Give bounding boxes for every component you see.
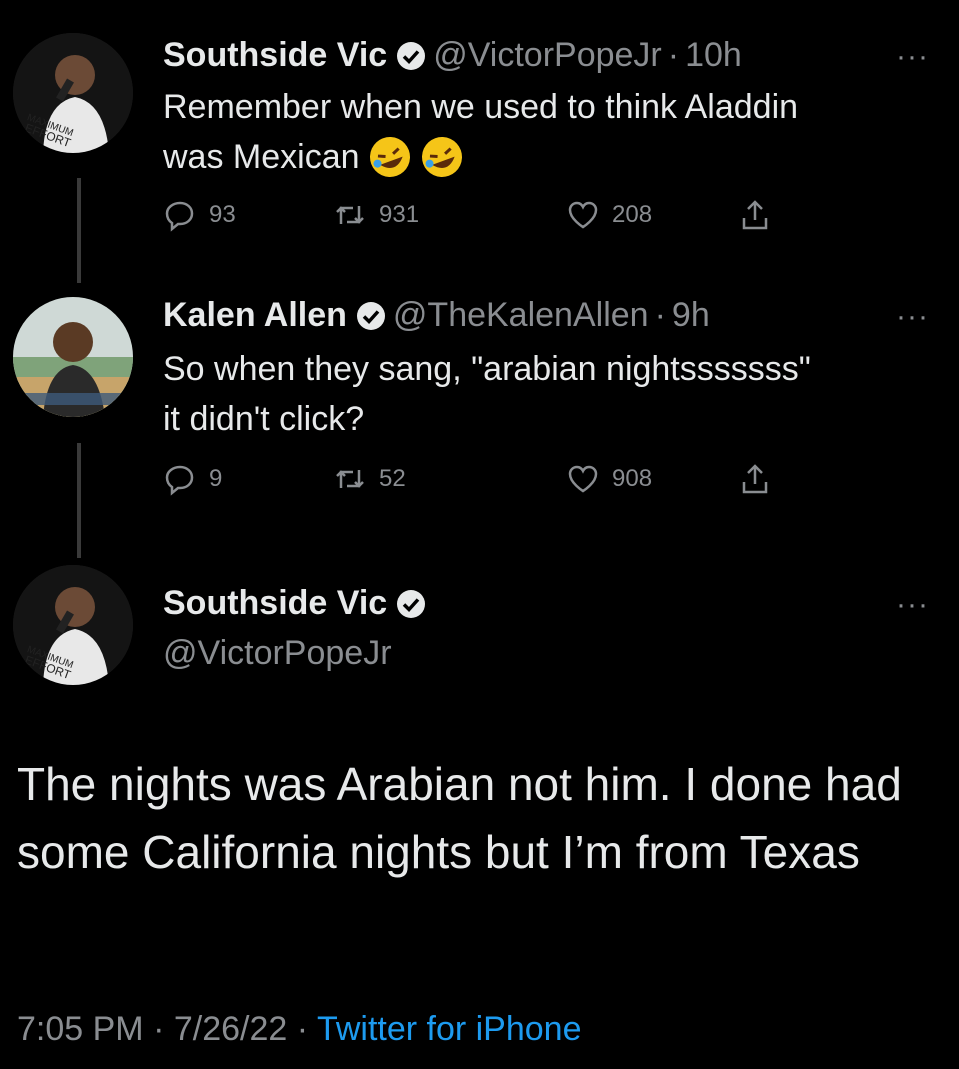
like-button[interactable]: 208 [566,198,652,232]
tweet-text-line-2: it didn't click? [163,400,365,438]
retweet-count: 52 [379,465,406,492]
main-tweet-name-row: Southside Vic [163,584,433,623]
tweet-time[interactable]: 7:05 PM [17,1010,144,1048]
separator-dot: · [654,296,666,334]
laughing-emoji-icon [420,135,464,179]
separator-dot: · [296,1010,309,1048]
tweet-header: Kalen Allen @TheKalenAllen · 9h [163,296,710,335]
heart-icon [568,201,598,229]
display-name[interactable]: Kalen Allen [163,296,347,335]
reply-button[interactable]: 9 [163,462,222,496]
thread-line [77,443,81,558]
tweet-actions: 9 52 908 [163,462,803,502]
tweet-time[interactable]: 9h [672,296,710,335]
tweet-text-line: Remember when we used to think Aladdin [163,88,799,126]
avatar-southside-vic[interactable]: MAXIMUM EFFORT [13,565,133,685]
tweet-actions: 93 931 208 [163,198,803,238]
separator-dot: · [667,36,680,74]
main-tweet-text: The nights was Arabian not him. I done h… [17,758,902,878]
retweet-button[interactable]: 931 [333,198,419,232]
like-count: 908 [612,465,653,492]
retweet-icon [336,206,364,224]
heart-icon [568,465,598,493]
avatar-kalen-allen[interactable] [13,297,133,417]
avatar-image [13,297,133,417]
avatar-southside-vic[interactable]: MAXIMUM EFFORT [13,33,133,153]
tweet-text-line: So when they sang, "arabian nightsssssss… [163,350,811,388]
reply-icon [165,465,194,496]
tweet-metadata: 7:05 PM · 7/26/22 · Twitter for iPhone [17,1010,582,1049]
share-button[interactable] [738,462,784,496]
verified-badge-icon [355,300,387,332]
like-button[interactable]: 908 [566,462,652,496]
handle[interactable]: @TheKalenAllen [393,296,649,335]
display-name[interactable]: Southside Vic [163,36,387,75]
avatar-image: MAXIMUM EFFORT [13,33,133,153]
more-icon[interactable]: ··· [896,40,929,74]
retweet-count: 931 [379,201,420,228]
handle[interactable]: @VictorPopeJr [163,634,392,673]
tweet-text: Remember when we used to think Aladdin w… [163,82,923,182]
share-icon [742,464,768,494]
main-tweet-handle-row: @VictorPopeJr [163,634,392,673]
avatar-image: MAXIMUM EFFORT [13,565,133,685]
tweet-date[interactable]: 7/26/22 [174,1010,287,1048]
reply-count: 93 [209,201,236,228]
handle[interactable]: @VictorPopeJr [433,36,662,75]
share-button[interactable] [738,198,784,232]
laughing-emoji-icon [368,135,412,179]
verified-badge-icon [395,588,427,620]
reply-count: 9 [209,465,223,492]
verified-badge-icon [395,40,427,72]
tweet-text: So when they sang, "arabian nightsssssss… [163,344,923,444]
more-icon[interactable]: ··· [896,588,929,622]
separator-dot: · [153,1010,165,1048]
retweet-icon [336,470,364,488]
reply-button[interactable]: 93 [163,198,236,232]
display-name[interactable]: Southside Vic [163,584,387,623]
reply-icon [165,201,194,232]
retweet-button[interactable]: 52 [333,462,406,496]
share-icon [742,200,768,230]
tweet-text-line-2: was Mexican [163,132,923,182]
tweet-header: Southside Vic @VictorPopeJr · 10h [163,36,742,75]
tweet-source-link[interactable]: Twitter for iPhone [317,1010,582,1048]
more-icon[interactable]: ··· [896,300,929,334]
like-count: 208 [612,201,653,228]
tweet-time[interactable]: 10h [685,36,742,75]
thread-line [77,178,81,283]
